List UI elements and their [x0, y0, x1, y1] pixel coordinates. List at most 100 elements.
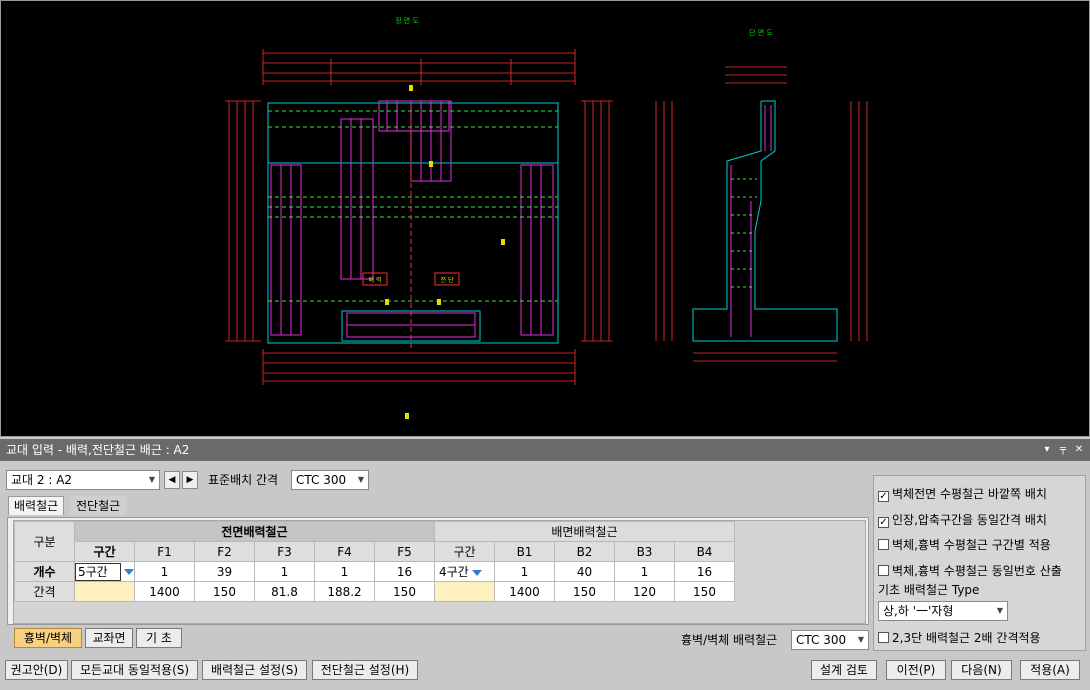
rebar-table: 구분 전면배력철근 배면배력철근 구간 F1 F2 F3 F4 F5 구간 B1…: [14, 521, 735, 602]
cell-spacing-f4[interactable]: 188.2: [314, 581, 375, 602]
shear-setting-button[interactable]: 전단철근 설정(H): [312, 660, 418, 680]
opt-same-spacing-checkbox[interactable]: ✓ 인장,압축구간을 동일간격 배치: [878, 513, 1047, 528]
chevron-down-icon: ▼: [148, 475, 155, 484]
front-section-select[interactable]: 5구간: [74, 561, 135, 582]
cell-spacing-b4[interactable]: 150: [674, 581, 735, 602]
cell-spacing-f1[interactable]: 1400: [134, 581, 195, 602]
cell-spacing-f2[interactable]: 150: [194, 581, 255, 602]
cell-count-b4[interactable]: 16: [674, 561, 735, 582]
cell-count-f2[interactable]: 39: [194, 561, 255, 582]
prev-abutment-button[interactable]: ◀: [164, 471, 180, 489]
cell-spacing-f3[interactable]: 81.8: [254, 581, 315, 602]
next-button[interactable]: 다음(N): [951, 660, 1012, 680]
checkbox-checked-icon: ✓: [878, 491, 889, 502]
side-rebar: [730, 105, 772, 337]
front-section-spacing: [74, 581, 135, 602]
cell-count-b3[interactable]: 1: [614, 561, 675, 582]
col-header-category: 구분: [14, 521, 75, 562]
col-header-f1: F1: [134, 541, 195, 562]
next-abutment-button[interactable]: ▶: [182, 471, 198, 489]
grid-frame: 구분 전면배력철근 배면배력철근 구간 F1 F2 F3 F4 F5 구간 B1…: [7, 517, 869, 625]
checkbox-checked-icon: ✓: [878, 517, 889, 528]
apply-button[interactable]: 적용(A): [1020, 660, 1080, 680]
cell-count-b1[interactable]: 1: [494, 561, 555, 582]
input-panel: 교대 입력 - 배력,전단철근 배근 : A2 ▾ ╤ ✕ 교대 2 : A2 …: [0, 439, 1090, 690]
row-label-count: 개수: [14, 561, 75, 582]
pin-icon[interactable]: ╤: [1056, 442, 1070, 458]
row-label-spacing: 간격: [14, 581, 75, 602]
rebar-grid: 구분 전면배력철근 배면배력철근 구간 F1 F2 F3 F4 F5 구간 B1…: [13, 520, 866, 624]
rebar-setting-button[interactable]: 배력철근 설정(S): [202, 660, 307, 680]
foundation-type-label: 기초 배력철근 Type: [878, 583, 980, 597]
dropdown-arrow-icon: [124, 568, 134, 575]
apply-all-button[interactable]: 모든교대 동일적용(S): [71, 660, 198, 680]
opt-same-number-checkbox[interactable]: 벽체,흉벽 수평철근 동일번호 산출: [878, 564, 1062, 578]
cell-count-f1[interactable]: 1: [134, 561, 195, 582]
options-panel: ✓ 벽체전면 수평철근 바깥쪽 배치 ✓ 인장,압축구간을 동일간격 배치 벽체,흉…: [873, 475, 1086, 651]
part-button-bearing[interactable]: 교좌면: [85, 628, 133, 648]
front-side-dimensions: [225, 100, 613, 342]
chevron-down-icon: ▼: [996, 606, 1003, 615]
front-top-dimensions: [262, 49, 576, 85]
cell-spacing-b3[interactable]: 120: [614, 581, 675, 602]
wall-rebar-label: 흉벽/벽체 배력철근: [681, 633, 778, 647]
back-section-select[interactable]: 4구간: [434, 561, 495, 582]
back-section-header: 구간: [434, 541, 495, 562]
panel-title: 교대 입력 - 배력,전단철근 배근 : A2: [6, 443, 190, 457]
opt-front-outer-checkbox[interactable]: ✓ 벽체전면 수평철근 바깥쪽 배치: [878, 487, 1047, 502]
panel-title-bar: 교대 입력 - 배력,전단철근 배근 : A2 ▾ ╤ ✕: [0, 439, 1090, 461]
close-icon[interactable]: ✕: [1072, 442, 1086, 458]
part-button-footing[interactable]: 기 초: [136, 628, 182, 648]
recommend-button[interactable]: 권고안(D): [5, 660, 68, 680]
std-spacing-label: 표준배치 간격: [208, 473, 279, 487]
dropdown-arrow-icon: [471, 569, 482, 576]
abutment-select[interactable]: 교대 2 : A2 ▼: [6, 470, 160, 490]
col-header-f2: F2: [194, 541, 255, 562]
part-button-wall[interactable]: 흉벽/벽체: [14, 628, 82, 648]
checkbox-icon: [878, 539, 889, 550]
front-group-header: 전면배력철근: [74, 521, 435, 542]
col-header-f4: F4: [314, 541, 375, 562]
cell-spacing-b2[interactable]: 150: [554, 581, 615, 602]
table-row: 간격 1400 150 81.8 188.2 150 1400 150 120 …: [14, 581, 735, 602]
cad-viewport[interactable]: 정 면 도 단 면 도 배 력 전 단: [0, 0, 1090, 437]
front-dashed-bars: [268, 110, 558, 302]
tab-distribution-rebar[interactable]: 배력철근: [8, 496, 65, 515]
col-header-b3: B3: [614, 541, 675, 562]
checkbox-icon: [878, 632, 889, 643]
side-dashed-bars: [731, 178, 757, 288]
front-section-header: 구간: [74, 541, 135, 562]
prev-button[interactable]: 이전(P): [886, 660, 946, 680]
cell-count-f5[interactable]: 16: [374, 561, 435, 582]
col-header-b1: B1: [494, 541, 555, 562]
col-header-f3: F3: [254, 541, 315, 562]
opt-double-spacing-checkbox[interactable]: 2,3단 배력철근 2배 간격적용: [878, 631, 1041, 645]
chevron-down-icon: ▼: [357, 475, 364, 484]
col-header-b4: B4: [674, 541, 735, 562]
design-check-button[interactable]: 설계 검토: [811, 660, 877, 680]
cell-count-b2[interactable]: 40: [554, 561, 615, 582]
front-rebar: [270, 100, 554, 338]
cell-spacing-b1[interactable]: 1400: [494, 581, 555, 602]
front-bottom-dimensions: [262, 349, 576, 385]
cell-count-f3[interactable]: 1: [254, 561, 315, 582]
label-text-2: 전 단: [441, 276, 454, 284]
col-header-f5: F5: [374, 541, 435, 562]
cad-drawing: 정 면 도 단 면 도 배 력 전 단: [225, 16, 868, 419]
std-spacing-select[interactable]: CTC 300 ▼: [291, 470, 369, 490]
cell-spacing-f5[interactable]: 150: [374, 581, 435, 602]
col-header-b2: B2: [554, 541, 615, 562]
front-view-title: 정 면 도: [395, 16, 419, 25]
wall-rebar-select[interactable]: CTC 300 ▼: [791, 630, 869, 650]
back-group-header: 배면배력철근: [434, 521, 735, 542]
checkbox-icon: [878, 565, 889, 576]
tab-shear-rebar[interactable]: 전단철근: [70, 496, 127, 515]
front-markers: [385, 85, 505, 419]
foundation-type-select[interactable]: 상,하 '一'자형 ▼: [878, 601, 1008, 621]
dropdown-menu-icon[interactable]: ▾: [1040, 442, 1054, 458]
label-text-1: 배 력: [369, 276, 382, 284]
cell-count-f4[interactable]: 1: [314, 561, 375, 582]
opt-section-apply-checkbox[interactable]: 벽체,흉벽 수평철근 구간별 적용: [878, 538, 1051, 552]
side-view-title: 단 면 도: [749, 28, 773, 37]
table-row: 개수 5구간 1 39 1 1 16 4구간 1 40 1 16: [14, 561, 735, 582]
